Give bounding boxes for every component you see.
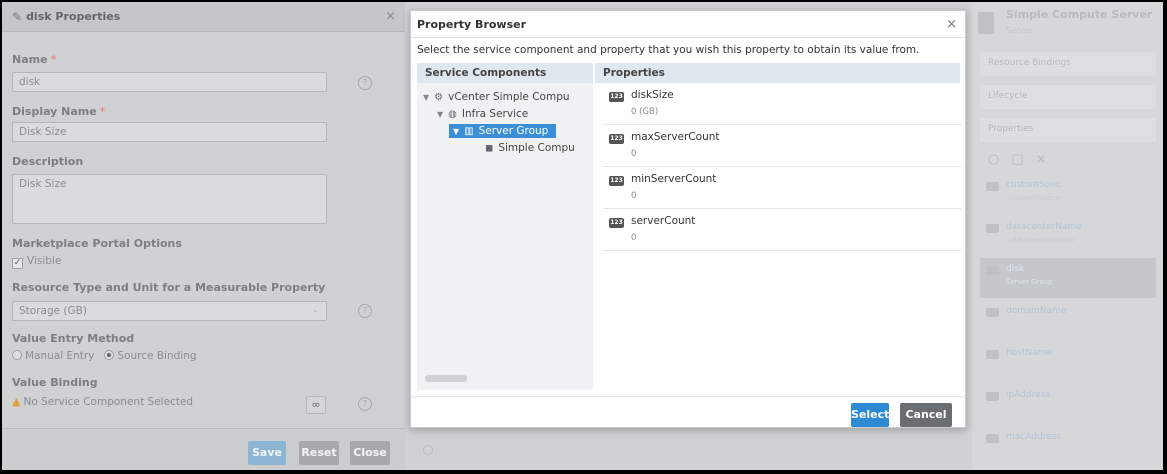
number-type-icon: 123 bbox=[609, 176, 624, 186]
number-type-icon: 123 bbox=[609, 134, 624, 144]
chevron-down-icon: ⌄ bbox=[312, 305, 319, 314]
dialog-description: Select the service component and propert… bbox=[417, 44, 920, 56]
property-row[interactable]: 123 serverCount 0 bbox=[603, 209, 962, 251]
dialog-title: Property Browser bbox=[417, 18, 527, 31]
tab-resource-bindings[interactable]: Resource Bindings bbox=[980, 52, 1156, 76]
number-badge-icon bbox=[986, 434, 999, 443]
server-group-icon: ▥ bbox=[464, 126, 474, 137]
number-badge-icon bbox=[986, 350, 999, 359]
property-browser-dialog: Property Browser × Select the service co… bbox=[410, 10, 966, 428]
add-icon[interactable]: ○ bbox=[988, 152, 1011, 167]
panel-header: ✎ disk Properties × bbox=[2, 2, 405, 32]
tree-node-vcenter[interactable]: ▼ ⚙ vCenter Simple Compu bbox=[423, 91, 570, 103]
tab-lifecycle[interactable]: Lifecycle bbox=[980, 85, 1156, 109]
dialog-header: Property Browser × bbox=[411, 11, 965, 38]
close-icon[interactable]: × bbox=[385, 9, 396, 24]
expand-icon[interactable]: ▼ bbox=[423, 93, 429, 102]
property-row[interactable]: 123 minServerCount 0 bbox=[603, 167, 962, 209]
warning-icon: ▲ bbox=[12, 395, 21, 408]
source-binding-radio[interactable] bbox=[104, 350, 115, 360]
display-name-label: Display Name * bbox=[12, 105, 106, 118]
service-icon: ⚙ bbox=[434, 92, 444, 103]
property-row[interactable]: 123 diskSize 0 (GB) bbox=[603, 83, 962, 125]
marketplace-label: Marketplace Portal Options bbox=[12, 237, 182, 250]
name-label: Name * bbox=[12, 53, 57, 66]
number-badge-icon bbox=[986, 182, 999, 191]
checkbox-check-icon[interactable]: ✓ bbox=[12, 258, 23, 269]
tree-node-server-group[interactable]: ▼ ▥ Server Group bbox=[449, 124, 557, 138]
close-icon[interactable]: × bbox=[946, 17, 957, 32]
value-binding-label: Value Binding bbox=[12, 376, 98, 389]
property-item-selected[interactable]: disk Server Group bbox=[980, 258, 1156, 298]
select-button[interactable]: Select bbox=[851, 403, 889, 427]
name-input[interactable]: disk bbox=[12, 72, 327, 92]
display-name-input[interactable]: Disk Size bbox=[12, 122, 327, 142]
help-icon[interactable]: ? bbox=[358, 76, 372, 90]
description-textarea[interactable]: Disk Size bbox=[12, 174, 327, 224]
binding-link-button[interactable]: ∞ bbox=[306, 396, 326, 414]
help-icon[interactable]: ? bbox=[358, 304, 372, 318]
component-subtitle: Server bbox=[1006, 26, 1033, 35]
property-item[interactable]: macAddress bbox=[980, 426, 1156, 466]
properties-list: 123 diskSize 0 (GB) 123 maxServerCount 0… bbox=[603, 83, 962, 251]
visible-checkbox[interactable]: ✓ Visible bbox=[12, 255, 61, 269]
help-icon[interactable]: ? bbox=[358, 397, 372, 411]
expand-icon[interactable]: ▼ bbox=[453, 127, 459, 136]
value-entry-label: Value Entry Method bbox=[12, 332, 135, 345]
horizontal-scrollbar[interactable] bbox=[425, 375, 467, 382]
property-item[interactable]: domainName bbox=[980, 300, 1156, 340]
resource-type-label: Resource Type and Unit for a Measurable … bbox=[12, 281, 326, 294]
component-tree: ▼ ⚙ vCenter Simple Compu ▼ ◍ Infra Service ▼… bbox=[417, 83, 593, 390]
cancel-button[interactable]: Cancel bbox=[900, 403, 952, 427]
copy-icon[interactable]: □ bbox=[1011, 152, 1035, 167]
close-button[interactable]: Close bbox=[350, 441, 390, 465]
reset-button[interactable]: Reset bbox=[299, 441, 339, 465]
component-title: Simple Compute Server bbox=[1006, 8, 1153, 21]
property-item[interactable]: hostName bbox=[980, 342, 1156, 382]
component-panel: Simple Compute Server Server Resource Bi… bbox=[972, 2, 1163, 470]
delete-icon[interactable]: × bbox=[1036, 152, 1059, 167]
app-frame: ✎ disk Properties × Name * disk ? Display… bbox=[2, 2, 1163, 470]
description-label: Description bbox=[12, 155, 84, 168]
manual-entry-radio[interactable] bbox=[12, 350, 22, 360]
tree-node-simple-compute[interactable]: ◼ Simple Compu bbox=[485, 142, 575, 154]
component-header: Simple Compute Server Server bbox=[972, 2, 1163, 44]
value-binding-status: ▲ No Service Component Selected bbox=[12, 395, 194, 408]
panel-footer bbox=[2, 428, 405, 470]
server-icon bbox=[978, 12, 994, 34]
number-badge-icon bbox=[986, 224, 999, 233]
number-badge-icon bbox=[986, 266, 999, 275]
value-entry-options: Manual Entry Source Binding bbox=[12, 350, 197, 362]
property-item[interactable]: ipAddress bbox=[980, 384, 1156, 424]
disk-properties-panel: ✎ disk Properties × Name * disk ? Display… bbox=[2, 2, 405, 470]
infra-icon: ◍ bbox=[448, 109, 457, 120]
number-badge-icon bbox=[986, 308, 999, 317]
tree-node-infra-service[interactable]: ▼ ◍ Infra Service bbox=[437, 108, 528, 120]
expand-icon[interactable]: ▼ bbox=[437, 110, 443, 119]
save-button[interactable]: Save bbox=[248, 441, 286, 465]
property-row[interactable]: 123 maxServerCount 0 bbox=[603, 125, 962, 167]
server-icon: ◼ bbox=[485, 143, 494, 154]
properties-header: Properties bbox=[595, 63, 960, 83]
number-badge-icon bbox=[986, 392, 999, 401]
edit-icon: ✎ bbox=[12, 9, 23, 24]
number-type-icon: 123 bbox=[609, 218, 624, 228]
tab-properties[interactable]: Properties bbox=[980, 118, 1156, 142]
canvas-control-icon[interactable] bbox=[423, 445, 433, 455]
property-item[interactable]: customSpec <customSpec> bbox=[980, 174, 1156, 214]
property-item[interactable]: datacenterName <datacenterName> bbox=[980, 216, 1156, 256]
resource-type-select[interactable]: Storage (GB) ⌄ bbox=[12, 301, 327, 321]
panel-title: disk Properties bbox=[26, 10, 121, 23]
service-components-header: Service Components bbox=[417, 63, 593, 83]
number-type-icon: 123 bbox=[609, 92, 624, 102]
property-toolbar: ○□× bbox=[988, 152, 1059, 167]
